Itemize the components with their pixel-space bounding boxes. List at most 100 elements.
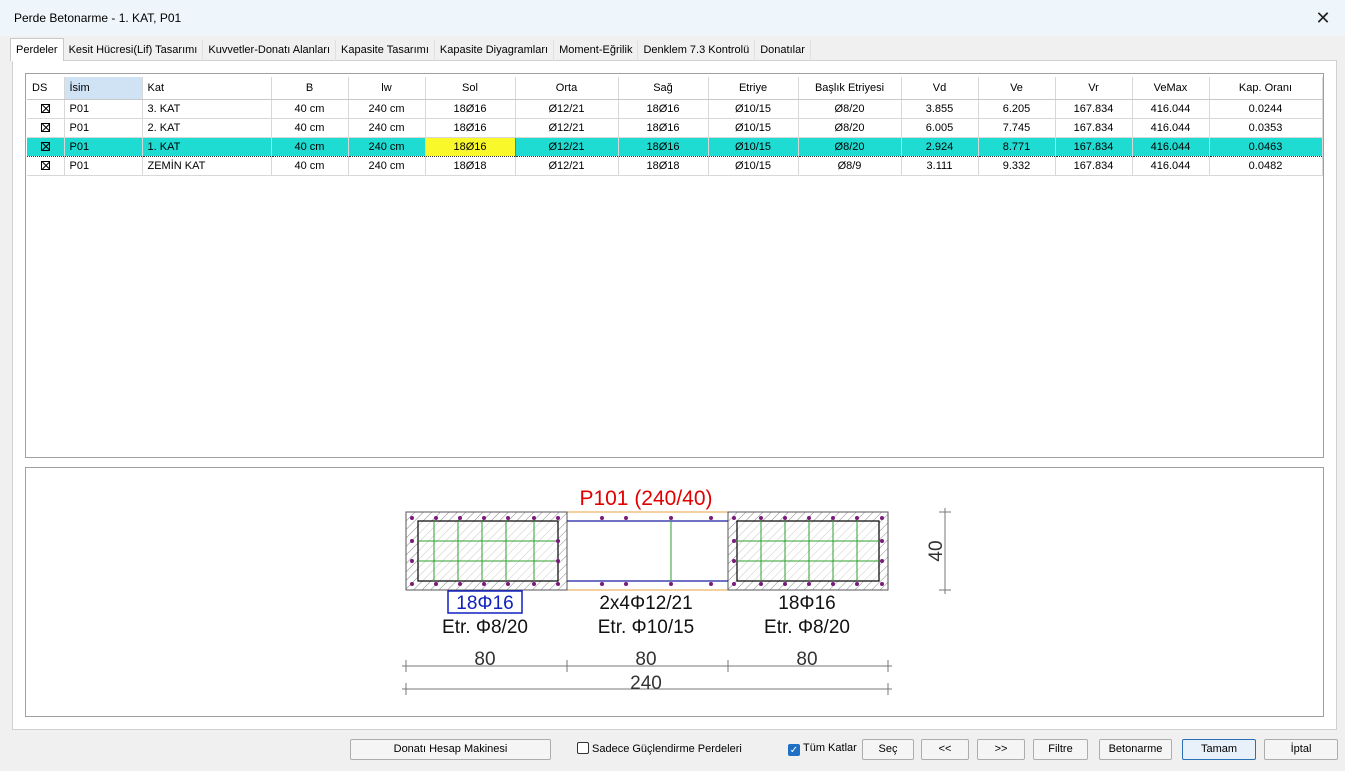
table-cell[interactable]: 416.044 bbox=[1132, 136, 1210, 157]
prev-button[interactable]: << bbox=[921, 739, 969, 760]
table-cell[interactable]: 40 cm bbox=[271, 118, 349, 138]
table-cell[interactable]: 240 cm bbox=[348, 99, 426, 119]
col-ds[interactable]: DS bbox=[27, 77, 65, 100]
table-cell[interactable]: 40 cm bbox=[271, 99, 349, 119]
tab-kesit-hucresi[interactable]: Kesit Hücresi(Lif) Tasarımı bbox=[64, 40, 204, 61]
table-cell[interactable]: 240 cm bbox=[348, 156, 426, 176]
col-vemax[interactable]: VeMax bbox=[1132, 77, 1210, 100]
ds-checkbox[interactable] bbox=[27, 118, 65, 138]
col-sol[interactable]: Sol bbox=[425, 77, 516, 100]
col-etriye[interactable]: Etriye bbox=[708, 77, 799, 100]
table-cell[interactable]: ZEMİN KAT bbox=[142, 156, 272, 176]
table-cell[interactable]: 240 cm bbox=[348, 136, 426, 157]
ds-checkbox[interactable] bbox=[27, 136, 65, 157]
table-cell[interactable]: 3.111 bbox=[901, 156, 979, 176]
table-cell[interactable]: 167.834 bbox=[1055, 118, 1133, 138]
table-cell[interactable]: Ø8/9 bbox=[798, 156, 902, 176]
col-b[interactable]: B bbox=[271, 77, 349, 100]
table-cell[interactable]: 416.044 bbox=[1132, 99, 1210, 119]
table-cell[interactable]: Ø12/21 bbox=[515, 156, 619, 176]
table-cell[interactable]: 0.0353 bbox=[1209, 118, 1323, 138]
select-button[interactable]: Seç bbox=[862, 739, 914, 760]
table-cell[interactable]: 7.745 bbox=[978, 118, 1056, 138]
table-cell[interactable]: 167.834 bbox=[1055, 156, 1133, 176]
cancel-button[interactable]: İptal bbox=[1264, 739, 1338, 760]
table-cell[interactable]: 2.924 bbox=[901, 136, 979, 157]
table-cell[interactable]: Ø10/15 bbox=[708, 136, 799, 157]
tab-kapasite-diyagramlari[interactable]: Kapasite Diyagramları bbox=[435, 40, 555, 61]
table-cell[interactable]: 6.205 bbox=[978, 99, 1056, 119]
tab-perdeler[interactable]: Perdeler bbox=[10, 38, 64, 61]
next-button[interactable]: >> bbox=[977, 739, 1025, 760]
betonarme-button[interactable]: Betonarme bbox=[1099, 739, 1172, 760]
col-kat[interactable]: Kat bbox=[142, 77, 272, 100]
checkbox-unchecked-icon[interactable] bbox=[577, 742, 589, 754]
table-cell[interactable]: 416.044 bbox=[1132, 118, 1210, 138]
col-vd[interactable]: Vd bbox=[901, 77, 979, 100]
table-cell[interactable]: P01 bbox=[64, 99, 143, 119]
table-cell[interactable]: 6.005 bbox=[901, 118, 979, 138]
table-cell[interactable]: 0.0463 bbox=[1209, 136, 1323, 157]
table-cell[interactable]: Ø12/21 bbox=[515, 118, 619, 138]
col-kap-orani[interactable]: Kap. Oranı bbox=[1209, 77, 1323, 100]
col-ve[interactable]: Ve bbox=[978, 77, 1056, 100]
table-cell[interactable]: 2. KAT bbox=[142, 118, 272, 138]
table-cell[interactable]: 240 cm bbox=[348, 118, 426, 138]
table-cell[interactable]: 3. KAT bbox=[142, 99, 272, 119]
table-cell[interactable]: 18Ø18 bbox=[425, 156, 516, 176]
table-cell[interactable]: 167.834 bbox=[1055, 99, 1133, 119]
table-cell[interactable]: 18Ø16 bbox=[618, 118, 709, 138]
table-cell[interactable]: P01 bbox=[64, 136, 143, 157]
checkbox-checked-icon[interactable]: ✓ bbox=[788, 744, 800, 756]
table-cell[interactable]: P01 bbox=[64, 156, 143, 176]
tab-donatilar[interactable]: Donatılar bbox=[755, 40, 811, 61]
tab-moment-egrilik[interactable]: Moment-Eğrilik bbox=[554, 40, 639, 61]
all-floors-checkbox[interactable]: ✓ Tüm Katlar bbox=[788, 742, 857, 756]
only-strengthen-checkbox[interactable]: Sadece Güçlendirme Perdeleri bbox=[577, 742, 742, 755]
col-lw[interactable]: lw bbox=[348, 77, 426, 100]
col-isim[interactable]: İsim bbox=[64, 77, 143, 100]
table-cell[interactable]: P01 bbox=[64, 118, 143, 138]
col-baslik-etriyesi[interactable]: Başlık Etriyesi bbox=[798, 77, 902, 100]
table-cell[interactable]: 18Ø16 bbox=[425, 118, 516, 138]
col-orta[interactable]: Orta bbox=[515, 77, 619, 100]
tab-denklem[interactable]: Denklem 7.3 Kontrolü bbox=[638, 40, 756, 61]
table-cell[interactable]: 416.044 bbox=[1132, 156, 1210, 176]
table-cell[interactable]: 40 cm bbox=[271, 136, 349, 157]
table-cell[interactable]: Ø8/20 bbox=[798, 99, 902, 119]
close-icon[interactable]: ✕ bbox=[1311, 6, 1335, 30]
table-cell[interactable]: Ø10/15 bbox=[708, 118, 799, 138]
rebar-calculator-button[interactable]: Donatı Hesap Makinesi bbox=[350, 739, 551, 760]
table-cell[interactable]: 3.855 bbox=[901, 99, 979, 119]
table-cell[interactable]: Ø12/21 bbox=[515, 99, 619, 119]
table-cell[interactable]: 0.0482 bbox=[1209, 156, 1323, 176]
table-cell[interactable]: Ø12/21 bbox=[515, 136, 619, 157]
table-cell[interactable]: 9.332 bbox=[978, 156, 1056, 176]
table-cell[interactable]: 167.834 bbox=[1055, 136, 1133, 157]
table-cell[interactable]: 18Ø16 bbox=[618, 136, 709, 157]
table-row-selected[interactable]: P01 1. KAT 40 cm 240 cm 18Ø16 Ø12/21 18Ø… bbox=[27, 136, 1323, 157]
table-row[interactable]: P01 ZEMİN KAT 40 cm 240 cm 18Ø18 Ø12/21 … bbox=[27, 156, 1323, 176]
ds-checkbox[interactable] bbox=[27, 156, 65, 176]
filter-button[interactable]: Filtre bbox=[1033, 739, 1088, 760]
table-cell[interactable]: 40 cm bbox=[271, 156, 349, 176]
table-cell-active[interactable]: 18Ø16 bbox=[424, 136, 516, 157]
table-cell[interactable]: 18Ø18 bbox=[618, 156, 709, 176]
table-cell[interactable]: 8.771 bbox=[978, 136, 1056, 157]
tab-kuvvetler[interactable]: Kuvvetler-Donatı Alanları bbox=[203, 40, 337, 61]
col-sag[interactable]: Sağ bbox=[618, 77, 709, 100]
table-row[interactable]: P01 3. KAT 40 cm 240 cm 18Ø16 Ø12/21 18Ø… bbox=[27, 99, 1323, 119]
table-cell[interactable]: Ø8/20 bbox=[798, 118, 902, 138]
col-vr[interactable]: Vr bbox=[1055, 77, 1133, 100]
table-row[interactable]: P01 2. KAT 40 cm 240 cm 18Ø16 Ø12/21 18Ø… bbox=[27, 118, 1323, 138]
ok-button[interactable]: Tamam bbox=[1182, 739, 1256, 760]
table-cell[interactable]: Ø8/20 bbox=[798, 136, 902, 157]
tab-kapasite-tasarimi[interactable]: Kapasite Tasarımı bbox=[336, 40, 435, 61]
table-cell[interactable]: 1. KAT bbox=[142, 136, 272, 157]
left-bar-label[interactable]: 18Φ16 bbox=[456, 593, 513, 614]
table-cell[interactable]: 18Ø16 bbox=[618, 99, 709, 119]
table-cell[interactable]: 18Ø16 bbox=[425, 99, 516, 119]
table-cell[interactable]: Ø10/15 bbox=[708, 156, 799, 176]
table-cell[interactable]: 0.0244 bbox=[1209, 99, 1323, 119]
table-cell[interactable]: Ø10/15 bbox=[708, 99, 799, 119]
